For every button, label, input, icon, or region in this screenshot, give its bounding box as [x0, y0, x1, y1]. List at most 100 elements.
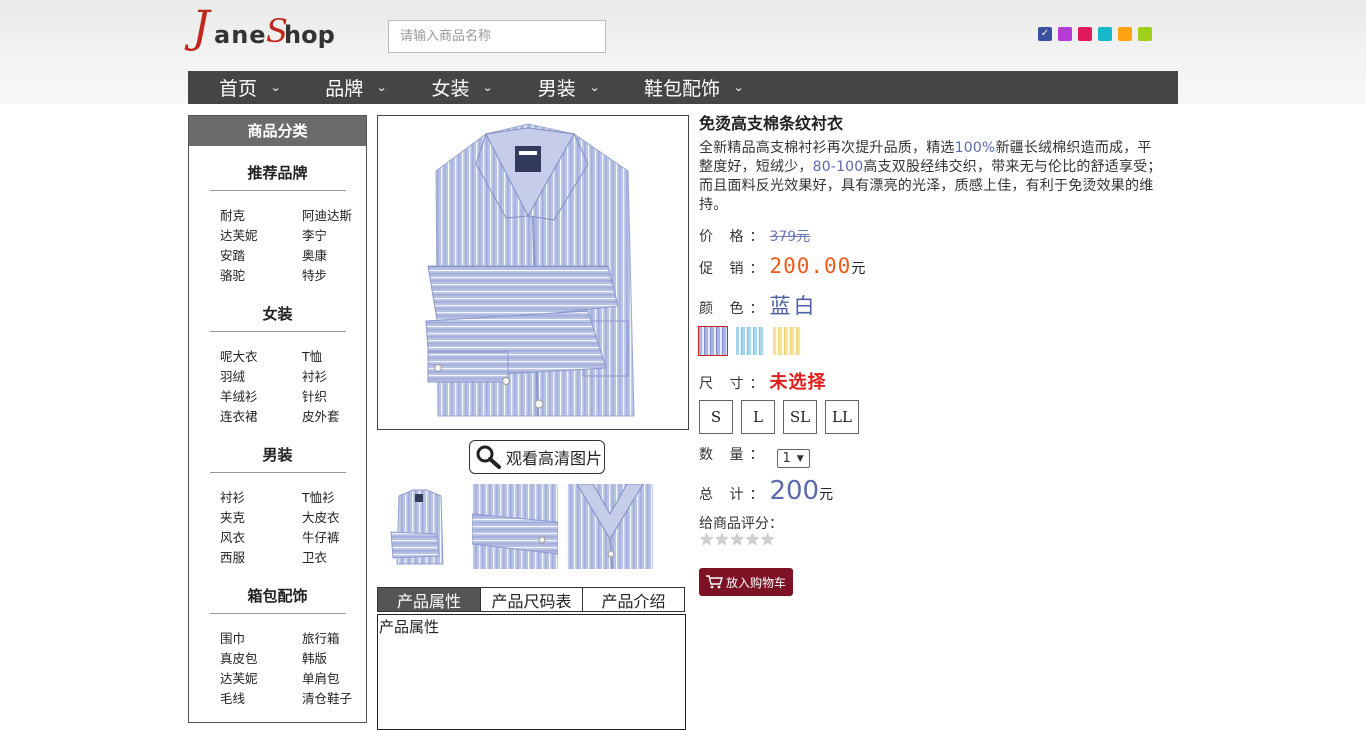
quantity-label: 数 量：	[699, 447, 770, 463]
tab-product-attributes[interactable]: 产品属性	[377, 587, 481, 612]
size-options: S L SL LL	[699, 400, 859, 434]
divider	[209, 331, 346, 332]
tab-label: 产品介绍	[601, 591, 666, 611]
category-link[interactable]: 骆驼	[220, 266, 302, 286]
promo-row: 促 销： 200.00 元	[699, 254, 865, 278]
product-info: 免烫高支棉条纹衬衣 全新精品高支棉衬衫再次提升品质，精选100%新疆长绒棉织造而…	[698, 112, 1169, 596]
nav-item-home[interactable]: 首页 ⌄	[188, 71, 294, 104]
tab-panel: 产品属性	[377, 614, 686, 730]
add-to-cart-label: 放入购物车	[726, 575, 787, 590]
size-button-sl[interactable]: SL	[783, 400, 817, 434]
category-link[interactable]: 真皮包	[220, 649, 302, 669]
search-input[interactable]	[388, 20, 606, 53]
category-link[interactable]: 针织	[302, 387, 372, 407]
size-button-l[interactable]: L	[741, 400, 775, 434]
nav-item-men[interactable]: 男装 ⌄	[507, 71, 613, 104]
star-icon[interactable]: ★	[730, 532, 745, 549]
category-link[interactable]: 围巾	[220, 629, 302, 649]
category-link[interactable]: 达芙妮	[220, 226, 302, 246]
star-icon[interactable]: ★	[760, 532, 775, 549]
category-link[interactable]: 羽绒	[220, 367, 302, 387]
star-rating: ★ ★ ★ ★ ★	[699, 532, 775, 549]
divider	[209, 472, 346, 473]
magnifier-icon	[474, 444, 502, 470]
category-link[interactable]: 西服	[220, 548, 302, 568]
product-description: 全新精品高支棉衬衫再次提升品质，精选100%新疆长绒棉织造而成，平整度好，短绒少…	[699, 139, 1165, 215]
tab-label: 产品属性	[396, 591, 461, 611]
divider	[209, 613, 346, 614]
category-link[interactable]: 衬衫	[302, 367, 372, 387]
nav-label: 女装	[431, 78, 470, 100]
category-link[interactable]: 大皮衣	[302, 508, 372, 528]
category-link[interactable]: 耐克	[220, 206, 302, 226]
view-hd-image-button[interactable]: 观看高清图片	[469, 440, 605, 474]
logo-letter-j: J	[192, 2, 210, 53]
category-link[interactable]: 连衣裙	[220, 407, 302, 427]
category-link[interactable]: 羊绒衫	[220, 387, 302, 407]
thumbnail-3[interactable]	[567, 484, 653, 569]
category-link[interactable]: 清仓鞋子	[302, 689, 372, 709]
tab-product-intro[interactable]: 产品介绍	[582, 587, 685, 612]
theme-swatch-purple[interactable]	[1058, 27, 1072, 41]
nav-label: 鞋包配饰	[643, 78, 720, 100]
color-chip-light-blue[interactable]	[736, 327, 764, 355]
category-link[interactable]: 韩版	[302, 649, 372, 669]
total-row: 总 计： 200 元	[699, 476, 833, 506]
category-link[interactable]: 安踏	[220, 246, 302, 266]
category-link[interactable]: 奥康	[302, 246, 372, 266]
tab-label: 产品尺码表	[491, 591, 572, 611]
nav-label: 品牌	[325, 78, 364, 100]
desc-highlight: 80-100	[812, 159, 864, 175]
category-link[interactable]: 单肩包	[302, 669, 372, 689]
category-link[interactable]: 风衣	[220, 528, 302, 548]
category-link[interactable]: 呢大衣	[220, 347, 302, 367]
tab-size-chart[interactable]: 产品尺码表	[480, 587, 583, 612]
size-row: 尺 寸： 未选择	[699, 368, 826, 394]
category-link[interactable]: 达芙妮	[220, 669, 302, 689]
category-link[interactable]: 牛仔裤	[302, 528, 372, 548]
nav-item-brands[interactable]: 品牌 ⌄	[294, 71, 400, 104]
star-icon[interactable]: ★	[714, 532, 729, 549]
category-link[interactable]: 夹克	[220, 508, 302, 528]
category-title: 箱包配饰	[247, 587, 308, 605]
color-chip-blue-white[interactable]	[698, 326, 728, 356]
color-chip-yellow[interactable]	[773, 327, 801, 355]
star-icon[interactable]: ★	[745, 532, 760, 549]
desc-text: 全新精品高支棉衬衫再次提升品质，精选	[699, 140, 955, 156]
category-link[interactable]: T恤衫	[302, 488, 372, 508]
size-button-s[interactable]: S	[699, 400, 733, 434]
theme-swatch-pink[interactable]	[1078, 27, 1092, 41]
category-link[interactable]: 特步	[302, 266, 372, 286]
category-title: 女装	[262, 305, 293, 323]
category-link[interactable]: 衬衫	[220, 488, 302, 508]
logo-text-hop: hop	[284, 21, 335, 49]
thumbnail-2[interactable]	[472, 484, 558, 569]
category-link[interactable]: T恤	[302, 347, 372, 367]
nav-item-accessories[interactable]: 鞋包配饰 ⌄	[613, 71, 757, 104]
quantity-row: 数 量： 1 ▼	[699, 444, 811, 468]
nav-item-women[interactable]: 女装 ⌄	[400, 71, 506, 104]
category-link[interactable]: 旅行箱	[302, 629, 372, 649]
category-link[interactable]: 卫衣	[302, 548, 372, 568]
chevron-down-icon: ⌄	[482, 81, 494, 94]
shirt-image	[425, 123, 635, 417]
category-link[interactable]: 皮外套	[302, 407, 372, 427]
theme-swatch-green[interactable]	[1138, 27, 1152, 41]
theme-swatch-blue[interactable]: ✓	[1038, 27, 1052, 41]
nav-label: 首页	[219, 78, 258, 100]
add-to-cart-button[interactable]: 放入购物车	[699, 568, 793, 596]
product-main-image[interactable]	[377, 115, 689, 430]
star-icon[interactable]: ★	[699, 532, 714, 549]
theme-swatch-cyan[interactable]	[1098, 27, 1112, 41]
category-group: 女装 呢大衣 T恤 羽绒 衬衫 羊绒衫 针织 连衣裙 皮外套	[189, 303, 366, 427]
category-link[interactable]: 阿迪达斯	[302, 206, 372, 226]
category-link[interactable]: 毛线	[220, 689, 302, 709]
quantity-select[interactable]: 1 ▼	[777, 449, 811, 468]
shopping-cart-icon	[706, 575, 723, 589]
category-link[interactable]: 李宁	[302, 226, 372, 246]
chevron-down-icon: ⌄	[270, 81, 282, 94]
size-button-ll[interactable]: LL	[825, 400, 859, 434]
theme-swatch-orange[interactable]	[1118, 27, 1132, 41]
category-group: 推荐品牌 耐克 阿迪达斯 达芙妮 李宁 安踏 奥康 骆驼 特步	[189, 162, 366, 286]
thumbnail-1[interactable]	[377, 484, 463, 569]
